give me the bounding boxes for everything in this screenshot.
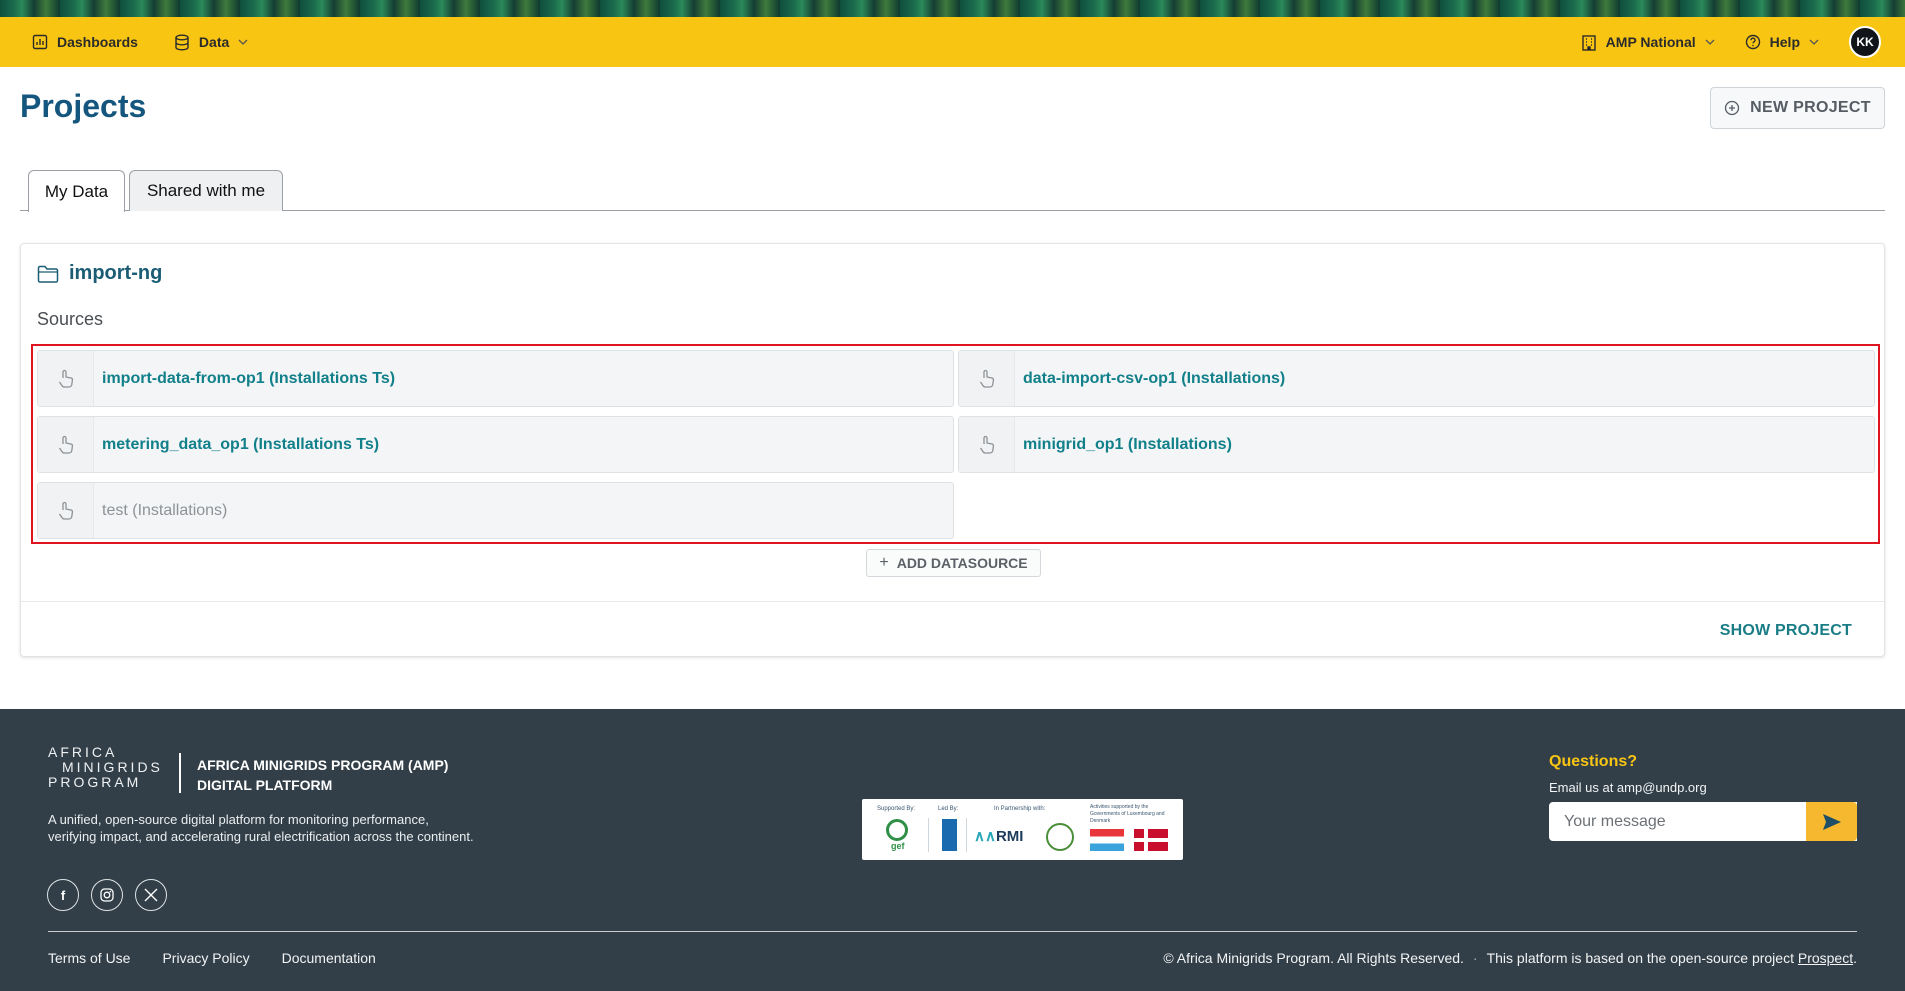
documentation-link[interactable]: Documentation bbox=[282, 950, 376, 966]
separator-dot: · bbox=[1472, 950, 1478, 966]
nav-dashboards[interactable]: Dashboards bbox=[32, 34, 138, 50]
social-links: f bbox=[47, 879, 179, 911]
footer-divider bbox=[48, 931, 1857, 932]
partner-divider bbox=[928, 818, 929, 852]
upload-hand-icon bbox=[959, 351, 1015, 406]
send-button[interactable] bbox=[1806, 802, 1857, 841]
source-item[interactable]: data-import-csv-op1 (Installations) bbox=[958, 350, 1875, 407]
upload-hand-icon bbox=[38, 417, 94, 472]
logo-line: AFRICA bbox=[48, 744, 118, 760]
source-label: data-import-csv-op1 (Installations) bbox=[1023, 369, 1286, 387]
instagram-icon[interactable] bbox=[91, 879, 123, 911]
amp-logo: AFRICA MINIGRIDS PROGRAM bbox=[48, 745, 163, 790]
partner-logos: Supported By: Led By: In Partnership wit… bbox=[862, 799, 1183, 860]
logo-line: MINIGRIDS bbox=[62, 759, 163, 775]
questions-email: Email us at amp@undp.org bbox=[1549, 780, 1707, 795]
nav-help-label: Help bbox=[1769, 34, 1800, 50]
nav-data-label: Data bbox=[198, 34, 230, 50]
footer-links: Terms of Use Privacy Policy Documentatio… bbox=[48, 950, 408, 966]
nav-right-group: AMP National Help KK bbox=[1581, 26, 1881, 58]
x-icon[interactable] bbox=[135, 879, 167, 911]
new-project-button[interactable]: NEW PROJECT bbox=[1710, 87, 1885, 129]
source-item[interactable]: test (Installations) bbox=[37, 482, 954, 539]
folder-icon bbox=[37, 265, 59, 283]
help-circle-icon bbox=[1745, 34, 1760, 50]
plus-circle-icon bbox=[1725, 100, 1740, 116]
copyright-text: © Africa Minigrids Program. All Rights R… bbox=[1163, 950, 1464, 966]
luxembourg-flag bbox=[1090, 829, 1124, 851]
upload-hand-icon bbox=[38, 351, 94, 406]
supported-by-caption: Supported By: bbox=[877, 806, 916, 812]
sources-label: Sources bbox=[37, 309, 104, 329]
add-datasource-label: ADD DATASOURCE bbox=[896, 555, 1028, 571]
facebook-icon[interactable]: f bbox=[47, 879, 79, 911]
new-project-label: NEW PROJECT bbox=[1750, 99, 1871, 116]
partner-divider bbox=[966, 818, 967, 852]
copyright: © Africa Minigrids Program. All Rights R… bbox=[1163, 950, 1857, 966]
source-item[interactable]: metering_data_op1 (Installations Ts) bbox=[37, 416, 954, 473]
show-project-button[interactable]: SHOW PROJECT bbox=[1720, 622, 1852, 640]
gef-logo-text: gef bbox=[891, 841, 905, 851]
footer-title-line1: AFRICA MINIGRIDS PROGRAM (AMP) bbox=[197, 757, 449, 773]
nav-org-label: AMP National bbox=[1605, 34, 1696, 50]
led-by-caption: Led By: bbox=[938, 806, 959, 812]
footer: AFRICA MINIGRIDS PROGRAM AFRICA MINIGRID… bbox=[0, 709, 1905, 991]
database-icon bbox=[175, 34, 189, 51]
questions-title: Questions? bbox=[1549, 753, 1638, 770]
project-name[interactable]: import-ng bbox=[69, 262, 162, 285]
prospect-link[interactable]: Prospect bbox=[1798, 950, 1853, 966]
privacy-link[interactable]: Privacy Policy bbox=[162, 950, 249, 966]
footer-description: A unified, open-source digital platform … bbox=[48, 812, 474, 844]
source-label: import-data-from-op1 (Installations Ts) bbox=[102, 369, 396, 387]
project-header: import-ng bbox=[37, 262, 162, 285]
source-label: metering_data_op1 (Installations Ts) bbox=[102, 435, 380, 453]
nav-org-selector[interactable]: AMP National bbox=[1581, 34, 1715, 51]
terms-link[interactable]: Terms of Use bbox=[48, 950, 130, 966]
send-icon bbox=[1822, 813, 1841, 830]
chevron-down-icon bbox=[238, 39, 248, 45]
gef-logo bbox=[886, 819, 908, 841]
nav-data[interactable]: Data bbox=[174, 34, 248, 51]
project-tabs: My Data Shared with me bbox=[20, 170, 1885, 212]
activities-caption: Activities supported by the Governments … bbox=[1090, 804, 1165, 824]
nav-dashboards-label: Dashboards bbox=[57, 34, 138, 50]
based-on-text: This platform is based on the open-sourc… bbox=[1486, 950, 1794, 966]
nav-help[interactable]: Help bbox=[1745, 34, 1819, 50]
building-icon bbox=[1581, 34, 1596, 51]
source-label: test (Installations) bbox=[102, 501, 228, 519]
footer-title-line2: DIGITAL PLATFORM bbox=[197, 777, 333, 793]
chart-icon bbox=[32, 34, 48, 50]
partnership-caption: In Partnership with: bbox=[994, 806, 1046, 812]
upload-hand-icon bbox=[959, 417, 1015, 472]
project-card: import-ng Sources import-data-from-op1 (… bbox=[20, 243, 1885, 657]
top-navbar: Dashboards Data AMP National Help KK bbox=[0, 17, 1905, 67]
source-item[interactable]: minigrid_op1 (Installations) bbox=[958, 416, 1875, 473]
denmark-flag bbox=[1134, 829, 1168, 851]
tab-shared-with-me[interactable]: Shared with me bbox=[129, 170, 283, 211]
plus-icon: + bbox=[879, 554, 889, 571]
footer-title: AFRICA MINIGRIDS PROGRAM (AMP) DIGITAL P… bbox=[197, 755, 448, 795]
afdb-logo bbox=[1046, 823, 1074, 851]
source-item[interactable]: import-data-from-op1 (Installations Ts) bbox=[37, 350, 954, 407]
page-title: Projects bbox=[20, 88, 147, 124]
amrmi-logo-text: RMI bbox=[995, 828, 1024, 845]
undp-logo bbox=[942, 819, 957, 851]
user-avatar[interactable]: KK bbox=[1849, 26, 1881, 58]
add-datasource-button[interactable]: + ADD DATASOURCE bbox=[866, 549, 1041, 577]
period: . bbox=[1853, 950, 1857, 966]
sources-highlight-box: import-data-from-op1 (Installations Ts) … bbox=[31, 344, 1880, 544]
upload-hand-icon bbox=[38, 483, 94, 538]
card-divider bbox=[21, 601, 1884, 602]
source-label: minigrid_op1 (Installations) bbox=[1023, 435, 1232, 453]
header-banner-image bbox=[0, 0, 1905, 17]
logo-line: PROGRAM bbox=[48, 774, 142, 790]
chevron-down-icon bbox=[1705, 39, 1715, 45]
amrmi-logo: ∧∧RMI bbox=[974, 828, 1024, 845]
logo-divider bbox=[179, 753, 181, 793]
chevron-down-icon bbox=[1809, 39, 1819, 45]
tab-my-data[interactable]: My Data bbox=[28, 170, 125, 212]
